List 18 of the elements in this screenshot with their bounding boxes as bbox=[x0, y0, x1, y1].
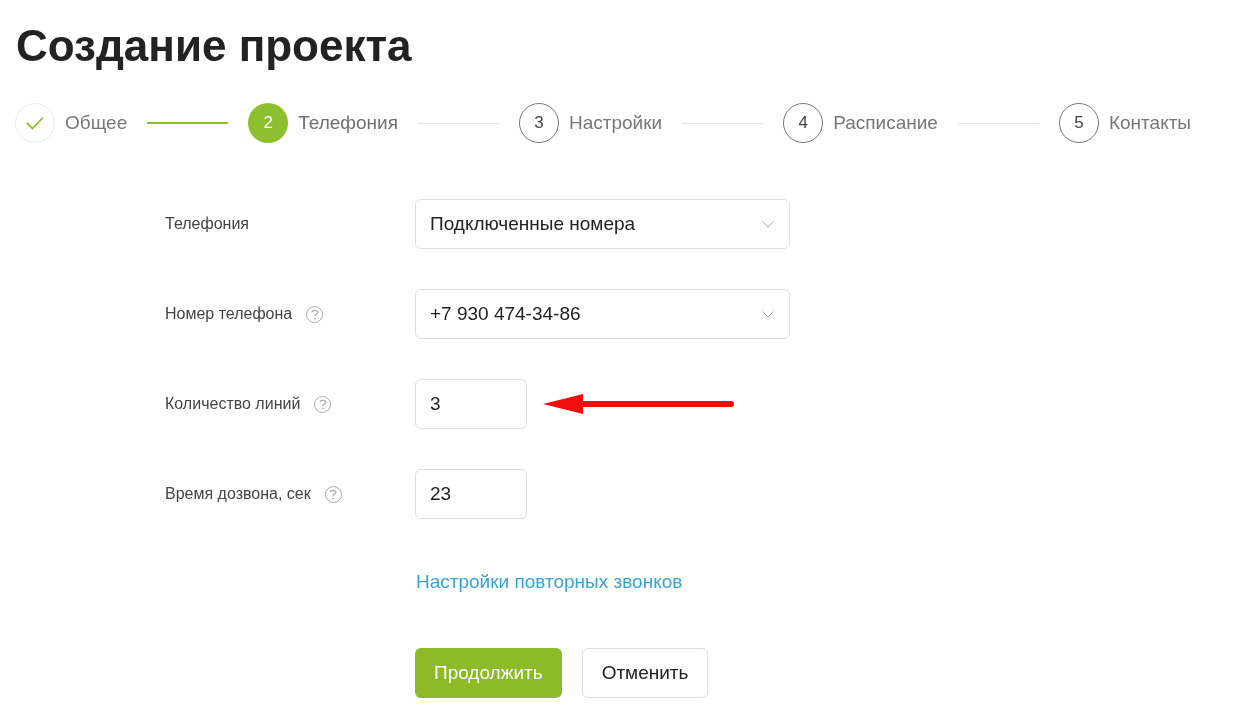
page-title: Создание проекта bbox=[16, 20, 412, 72]
input-field[interactable]: 3 bbox=[415, 379, 527, 429]
field-label: Время дозвона, сек bbox=[165, 484, 311, 504]
step-label: Телефония bbox=[298, 110, 398, 135]
cancel-button[interactable]: Отменить bbox=[581, 648, 709, 698]
input-field[interactable]: 23 bbox=[415, 469, 527, 519]
step-label: Общее bbox=[65, 110, 128, 135]
field-label: Номер телефона bbox=[165, 304, 293, 324]
step-label: Настройки bbox=[569, 110, 663, 135]
chevron-down-icon bbox=[762, 220, 774, 228]
step-number: 2 bbox=[248, 103, 289, 143]
dropdown[interactable]: +7 930 474-34-86 bbox=[415, 289, 790, 339]
chevron-down-icon bbox=[762, 310, 774, 318]
field-label: Количество линий bbox=[165, 394, 301, 414]
dropdown[interactable]: Подключенные номера bbox=[415, 199, 790, 249]
step-label: Расписание bbox=[833, 110, 938, 135]
step-label: Контакты bbox=[1108, 110, 1192, 135]
field-label: Телефония bbox=[165, 214, 249, 234]
